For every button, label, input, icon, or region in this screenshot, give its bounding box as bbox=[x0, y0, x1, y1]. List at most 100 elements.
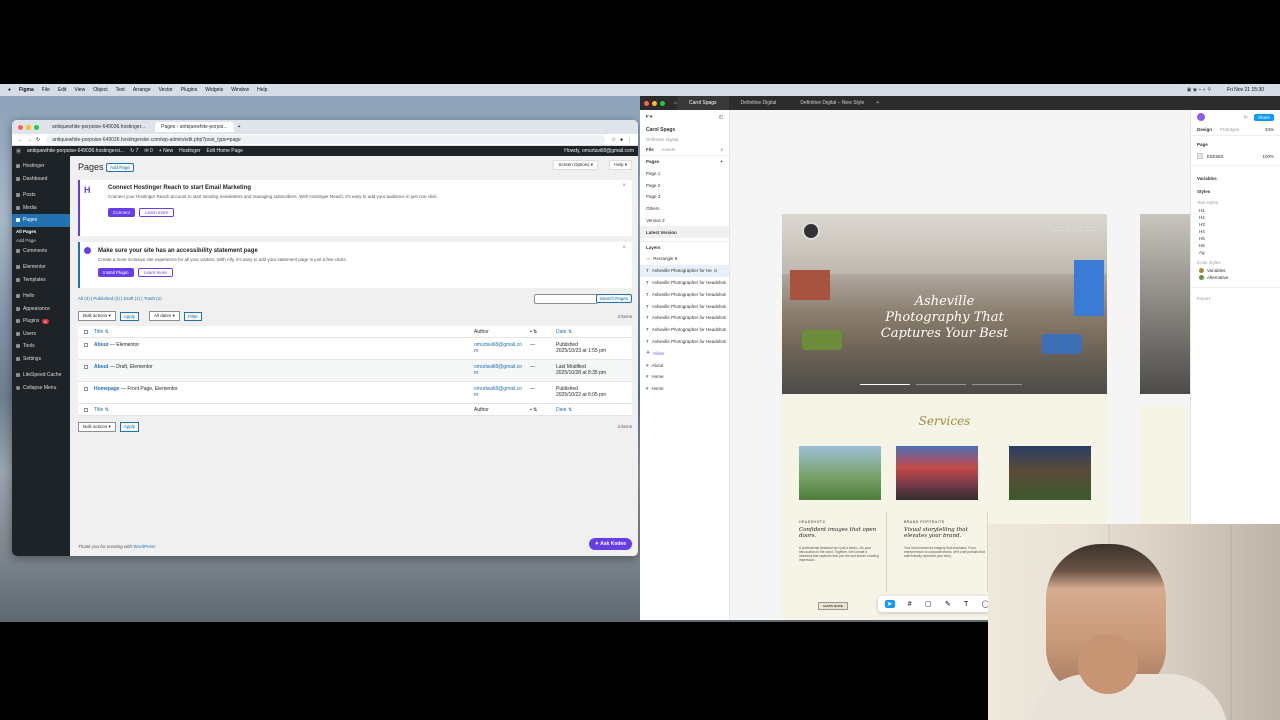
page-item[interactable]: Page 3 bbox=[640, 191, 729, 203]
sidebar-item-hello[interactable]: Hello bbox=[12, 290, 70, 303]
menu-text[interactable]: Text bbox=[116, 87, 125, 93]
wp-edit-home[interactable]: Edit Home Page bbox=[207, 148, 243, 154]
layer-item[interactable]: T Asheville Photographer for Headshots... bbox=[640, 324, 729, 336]
variables-label[interactable]: Variables bbox=[1191, 165, 1280, 185]
layer-item[interactable]: T Asheville Photographer for Headshots... bbox=[640, 277, 729, 289]
row-title-link[interactable]: Homepage bbox=[94, 386, 120, 392]
sidebar-item-plugins[interactable]: Plugins 6 bbox=[12, 315, 70, 328]
tab-file[interactable]: File bbox=[646, 147, 654, 152]
color-style-item[interactable]: Alternative bbox=[1191, 274, 1280, 281]
figma-file-tab[interactable]: Definitive Digital bbox=[729, 96, 789, 110]
add-page-icon[interactable]: + bbox=[720, 159, 723, 164]
comment-column-icon[interactable]: ▪ ⇅ bbox=[530, 407, 537, 413]
minimize-window-icon[interactable] bbox=[26, 124, 31, 130]
sidebar-item-posts[interactable]: Posts bbox=[12, 189, 70, 202]
wp-comments[interactable]: ✉ 0 bbox=[144, 148, 152, 154]
learn-more-button[interactable]: Learn more bbox=[139, 208, 175, 217]
sidebar-item-elementor[interactable]: Elementor bbox=[12, 261, 70, 274]
menubar-app-name[interactable]: Figma bbox=[19, 87, 34, 93]
browser-tab-active[interactable]: Pages ‹ antiquewhite-porpoi... bbox=[155, 122, 234, 132]
menu-arrange[interactable]: Arrange bbox=[133, 87, 151, 93]
figma-logo-icon[interactable]: F ▾ bbox=[646, 114, 652, 120]
panel-toggle-icon[interactable]: ◫ bbox=[719, 114, 723, 120]
sidebar-item-collapse[interactable]: Collapse Menu bbox=[12, 382, 70, 395]
minimize-window-icon[interactable] bbox=[652, 100, 657, 106]
close-window-icon[interactable] bbox=[644, 100, 649, 106]
menu-help[interactable]: Help bbox=[257, 87, 267, 93]
color-swatch[interactable] bbox=[1197, 153, 1203, 159]
menu-window[interactable]: Window bbox=[231, 87, 249, 93]
maximize-window-icon[interactable] bbox=[660, 100, 665, 106]
bulk-actions-select[interactable]: Bulk actions ▾ bbox=[78, 422, 116, 432]
new-tab-icon[interactable]: + bbox=[876, 100, 879, 106]
sidebar-item-media[interactable]: Media bbox=[12, 202, 70, 215]
layer-item[interactable]: T Asheville Photographer for Headshots... bbox=[640, 336, 729, 348]
new-tab-icon[interactable]: + bbox=[238, 124, 241, 130]
row-checkbox[interactable] bbox=[84, 343, 88, 347]
user-avatar[interactable] bbox=[1197, 113, 1205, 121]
layer-item[interactable]: T Asheville Photographer for Headshots... bbox=[640, 288, 729, 300]
sidebar-item-litespeed[interactable]: LiteSpeed Cache bbox=[12, 369, 70, 382]
tab-design[interactable]: Design bbox=[1197, 127, 1212, 132]
sidebar-item-dashboard[interactable]: Dashboard bbox=[12, 173, 70, 186]
page-color-row[interactable]: E5E5E5 100% bbox=[1191, 153, 1280, 159]
share-button[interactable]: Share bbox=[1253, 113, 1274, 121]
bookmark-star-icon[interactable]: ☆ bbox=[611, 137, 615, 143]
connect-button[interactable]: Connect bbox=[108, 208, 135, 217]
menu-plugins[interactable]: Plugins bbox=[181, 87, 197, 93]
install-plugin-button[interactable]: Install Plugin bbox=[98, 268, 134, 277]
project-name[interactable]: Carol Spags bbox=[640, 124, 729, 136]
help-button[interactable]: Help ▾ bbox=[609, 160, 632, 170]
color-style-item[interactable]: Variables bbox=[1191, 267, 1280, 274]
page-item-active[interactable]: Latest Version bbox=[640, 226, 729, 239]
color-opacity[interactable]: 100% bbox=[1262, 154, 1274, 159]
layer-item[interactable]: TAsheville Photographer for Headshots...… bbox=[640, 264, 729, 277]
text-style-item[interactable]: H1 bbox=[1191, 207, 1280, 214]
row-checkbox[interactable] bbox=[84, 365, 88, 369]
text-style-item[interactable]: H2 bbox=[1191, 214, 1280, 221]
present-icon[interactable]: ▷ bbox=[1245, 114, 1248, 120]
menu-edit[interactable]: Edit bbox=[58, 87, 67, 93]
learn-more-button[interactable]: Learn more bbox=[137, 268, 173, 277]
search-input[interactable] bbox=[534, 294, 598, 304]
wp-howdy[interactable]: Howdy, omurtavili8@gmail.com bbox=[564, 148, 634, 154]
layer-item[interactable]: T Asheville Photographer for Headshots... bbox=[640, 300, 729, 312]
learn-more-cta[interactable]: LEARN MORE bbox=[818, 602, 848, 610]
tab-prototype[interactable]: Prototype bbox=[1220, 127, 1239, 132]
wp-site-name[interactable]: antiquewhite-porpoise-649036.hostingersi… bbox=[27, 148, 124, 154]
row-checkbox[interactable] bbox=[84, 387, 88, 391]
text-style-item[interactable]: H3 bbox=[1191, 221, 1280, 228]
filter-button[interactable]: Filter bbox=[183, 311, 202, 321]
sidebar-item-appearance[interactable]: Appearance bbox=[12, 303, 70, 316]
figma-file-tab[interactable]: Carol Spags bbox=[677, 96, 729, 110]
color-hex[interactable]: E5E5E5 bbox=[1207, 154, 1224, 159]
sidebar-sub-add-page[interactable]: Add Page bbox=[12, 236, 70, 245]
dates-select[interactable]: All dates ▾ bbox=[149, 311, 180, 321]
pen-tool-icon[interactable]: ✎ bbox=[945, 600, 951, 608]
browser-tab[interactable]: antiquewhite-porpoise-649036.hostinger..… bbox=[46, 122, 151, 132]
column-title[interactable]: Title ⇅ bbox=[94, 329, 109, 335]
frame-tool-icon[interactable]: # bbox=[908, 601, 912, 608]
wordpress-link[interactable]: WordPress bbox=[133, 544, 155, 549]
forward-icon[interactable]: → bbox=[27, 137, 32, 143]
layer-item[interactable]: # About bbox=[640, 359, 729, 371]
layer-item[interactable]: T Asheville Photographer for Headshots... bbox=[640, 312, 729, 324]
maximize-window-icon[interactable] bbox=[34, 124, 39, 130]
move-tool-icon[interactable]: ➤ bbox=[884, 600, 895, 608]
event-card-image[interactable] bbox=[1009, 446, 1091, 500]
search-pages-button[interactable]: Search Pages bbox=[595, 294, 632, 303]
layer-item[interactable]: ▭ Rectangle 8 bbox=[640, 253, 729, 265]
menubar-clock[interactable]: Fri Nov 21 15:30 bbox=[1227, 87, 1264, 93]
sidebar-item-pages[interactable]: Pages bbox=[12, 214, 70, 227]
layer-item[interactable]: # Home bbox=[640, 371, 729, 383]
ask-kodee-button[interactable]: ✦ Ask Kodee bbox=[588, 538, 632, 550]
shape-tool-icon[interactable]: ▢ bbox=[925, 600, 932, 608]
text-style-item[interactable]: Ag bbox=[1191, 249, 1280, 256]
wp-updates[interactable]: ↻ 7 bbox=[130, 148, 138, 154]
reload-icon[interactable]: ↻ bbox=[36, 137, 40, 143]
status-icons[interactable]: ▣ ◉ ⌁ ◐ ⚲ bbox=[1187, 87, 1211, 93]
address-bar[interactable]: antiquewhite-porpoise-649036.hostingersi… bbox=[46, 135, 606, 144]
browser-menu-icon[interactable]: ⋮ bbox=[627, 137, 632, 143]
search-icon[interactable]: ⌕ bbox=[720, 147, 723, 152]
export-label[interactable]: Export bbox=[1191, 287, 1280, 309]
